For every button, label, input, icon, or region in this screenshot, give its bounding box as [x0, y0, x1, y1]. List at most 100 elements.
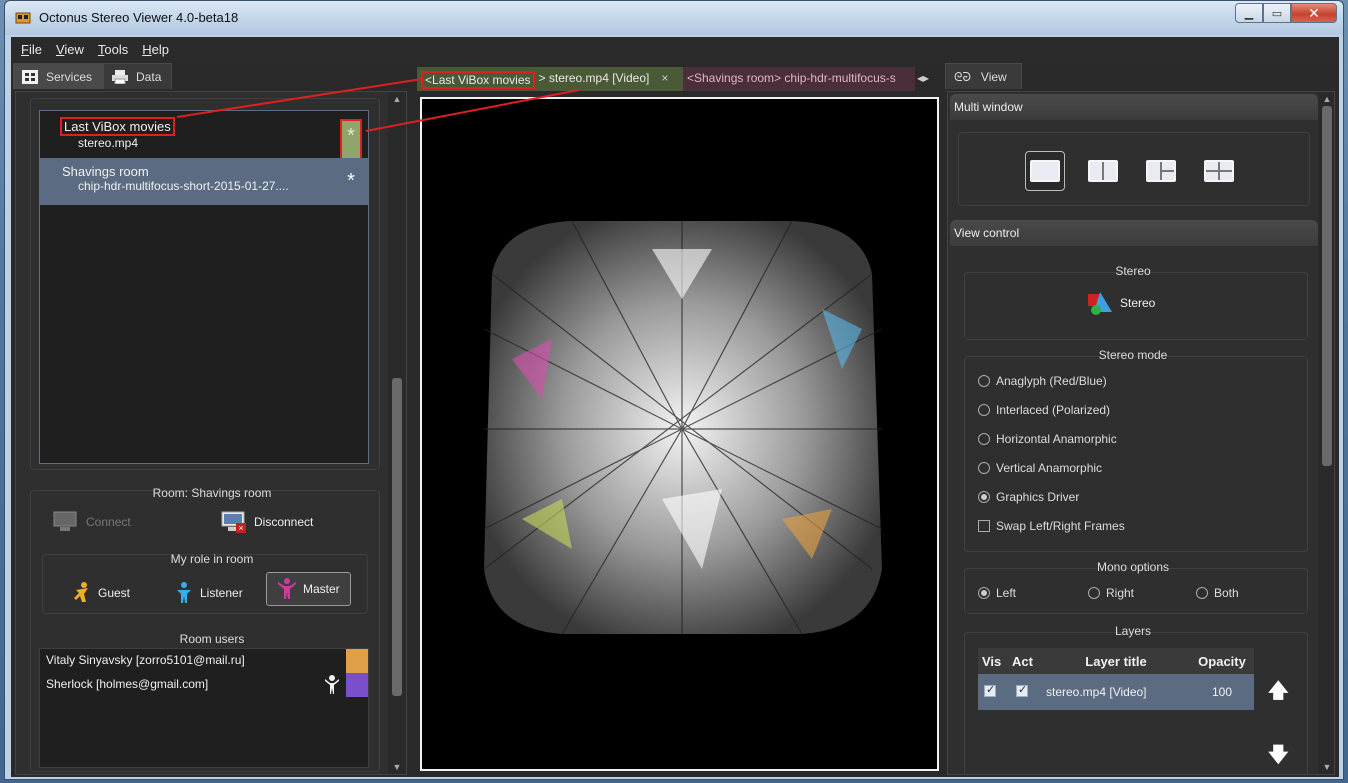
move-layer-up-arrow-icon[interactable]: 🡅: [1268, 676, 1289, 710]
user-color-swatch: [346, 673, 368, 697]
quad-layout-button[interactable]: [1199, 151, 1239, 191]
room-name: Shavings room: [62, 164, 149, 179]
radio-button[interactable]: [978, 587, 990, 599]
services-grid-icon: [22, 70, 38, 84]
guest-button[interactable]: Guest: [72, 582, 130, 604]
app-logo-icon: [15, 12, 31, 24]
maximize-button[interactable]: ▭: [1263, 3, 1291, 23]
room-color-marker[interactable]: *: [340, 166, 362, 208]
printer-icon: [112, 70, 129, 84]
stereo-toggle-button[interactable]: Stereo: [1086, 290, 1155, 316]
three-pane-layout-button[interactable]: [1141, 151, 1181, 191]
scrollbar-thumb[interactable]: [1322, 106, 1332, 466]
menu-help[interactable]: Help: [136, 37, 177, 61]
tab-data[interactable]: Data: [103, 63, 173, 89]
radio-mono-left[interactable]: Left: [978, 586, 1016, 600]
master-button[interactable]: Master: [266, 572, 351, 606]
mono-options-label: Mono options: [1096, 560, 1170, 574]
tab-view[interactable]: ᘓᘒ View: [945, 63, 1022, 89]
layers-table[interactable]: Vis Act Layer title Opacity stereo.mp4 […: [978, 648, 1254, 710]
three-pane-icon: [1146, 160, 1176, 182]
room-name: Last ViBox movies: [60, 117, 175, 136]
title-bar[interactable]: Octonus Stereo Viewer 4.0-beta18 ▁ ▭ ✕: [5, 1, 1343, 35]
tab-room-name: <Last ViBox movies: [421, 71, 535, 89]
radio-button[interactable]: [978, 404, 990, 416]
user-row[interactable]: Vitaly Sinyavsky [zorro5101@mail.ru]: [40, 649, 368, 673]
connect-button[interactable]: Connect: [52, 510, 131, 534]
tab-shavings-room[interactable]: <Shavings room> chip-hdr-multifocus-s: [683, 67, 915, 91]
move-layer-down-arrow-icon[interactable]: 🡇: [1268, 740, 1289, 774]
menu-file[interactable]: File: [15, 37, 50, 61]
radio-button[interactable]: [1196, 587, 1208, 599]
radio-interlaced[interactable]: Interlaced (Polarized): [978, 403, 1110, 417]
close-button[interactable]: ✕: [1291, 3, 1337, 23]
tab-last-vibox-stereo[interactable]: <Last ViBox movies > stereo.mp4 [Video] …: [417, 67, 683, 91]
scroll-up-arrow-icon[interactable]: ▲: [1322, 94, 1332, 104]
multi-window-header[interactable]: Multi window: [950, 94, 1318, 120]
four-pane-icon: [1204, 160, 1234, 182]
glasses-icon: ᘓᘒ: [954, 70, 971, 84]
visible-checkbox[interactable]: [984, 683, 996, 697]
radio-button[interactable]: [978, 462, 990, 474]
tab-data-label: Data: [136, 70, 162, 84]
active-checkbox[interactable]: [1016, 683, 1028, 697]
user-row[interactable]: Sherlock [holmes@gmail.com]: [40, 673, 368, 697]
room-users-label: Room users: [179, 632, 245, 646]
window-title: Octonus Stereo Viewer 4.0-beta18: [39, 10, 239, 25]
menu-view[interactable]: View: [50, 37, 92, 61]
listener-button[interactable]: Listener: [174, 582, 243, 604]
radio-vertical-anamorphic[interactable]: Vertical Anamorphic: [978, 461, 1102, 475]
app-window: Octonus Stereo Viewer 4.0-beta18 ▁ ▭ ✕ F…: [4, 0, 1344, 780]
view-control-header[interactable]: View control: [950, 220, 1318, 246]
table-row[interactable]: stereo.mp4 [Video] 100: [978, 674, 1254, 710]
room-color-marker[interactable]: *: [340, 119, 362, 161]
single-window-layout-button[interactable]: [1025, 151, 1065, 191]
stereo-video-viewer[interactable]: [420, 97, 939, 771]
stereo-group-label: Stereo: [1115, 264, 1151, 278]
scroll-up-arrow-icon[interactable]: ▲: [392, 94, 402, 104]
tab-close-icon[interactable]: ×: [653, 71, 668, 85]
vertical-split-layout-button[interactable]: [1083, 151, 1123, 191]
swap-frames-checkbox[interactable]: Swap Left/Right Frames: [978, 519, 1125, 533]
radio-mono-right[interactable]: Right: [1088, 586, 1134, 600]
radio-mono-both[interactable]: Both: [1196, 586, 1239, 600]
radio-graphics-driver[interactable]: Graphics Driver: [978, 490, 1079, 504]
minimize-button[interactable]: ▁: [1235, 3, 1263, 23]
room-item-last-vibox[interactable]: Last ViBox movies stereo.mp4 *: [40, 111, 368, 161]
menu-tools[interactable]: Tools: [92, 37, 136, 61]
view-panel: Multi window View control Stereo Stereo …: [947, 91, 1335, 775]
right-panel-scrollbar[interactable]: ▲ ▼: [1318, 92, 1334, 774]
col-act: Act: [1012, 654, 1033, 669]
scroll-down-arrow-icon[interactable]: ▼: [1322, 762, 1332, 772]
connect-computer-icon: [53, 511, 77, 531]
disconnect-button[interactable]: × Disconnect: [220, 510, 313, 534]
left-panel-scrollbar[interactable]: ▲ ▼: [388, 92, 406, 774]
radio-button[interactable]: [978, 375, 990, 387]
services-panel: Last ViBox movies stereo.mp4 * Shavings …: [15, 91, 407, 775]
multi-window-layouts: [958, 132, 1310, 206]
menu-bar: File View Tools Help: [11, 37, 1339, 61]
tab-services[interactable]: Services: [13, 63, 104, 89]
svg-text:×: ×: [238, 523, 243, 533]
scrollbar-thumb[interactable]: [392, 378, 402, 696]
radio-anaglyph[interactable]: Anaglyph (Red/Blue): [978, 374, 1107, 388]
layers-table-header: Vis Act Layer title Opacity: [978, 648, 1254, 674]
room-item-shavings[interactable]: Shavings room chip-hdr-multifocus-short-…: [40, 158, 368, 205]
scroll-down-arrow-icon[interactable]: ▼: [392, 762, 402, 772]
stereo-shapes-icon: [1088, 292, 1112, 315]
role-label: My role in room: [170, 552, 254, 566]
stereo-mode-label: Stereo mode: [1098, 348, 1168, 362]
checkbox[interactable]: [978, 520, 990, 532]
tab-scroll-icon[interactable]: ◂▸: [915, 67, 932, 91]
tab-file-label: > stereo.mp4 [Video]: [538, 71, 650, 85]
layer-title-cell: stereo.mp4 [Video]: [1046, 685, 1147, 699]
radio-button[interactable]: [978, 433, 990, 445]
room-list[interactable]: Last ViBox movies stereo.mp4 * Shavings …: [39, 110, 369, 464]
radio-horizontal-anamorphic[interactable]: Horizontal Anamorphic: [978, 432, 1117, 446]
radio-button[interactable]: [978, 491, 990, 503]
layer-opacity-cell[interactable]: 100: [1190, 674, 1254, 710]
radio-button[interactable]: [1088, 587, 1100, 599]
room-file: stereo.mp4: [78, 136, 139, 150]
diamond-video-frame: [422, 99, 937, 769]
room-users-list[interactable]: Vitaly Sinyavsky [zorro5101@mail.ru] She…: [39, 648, 369, 768]
